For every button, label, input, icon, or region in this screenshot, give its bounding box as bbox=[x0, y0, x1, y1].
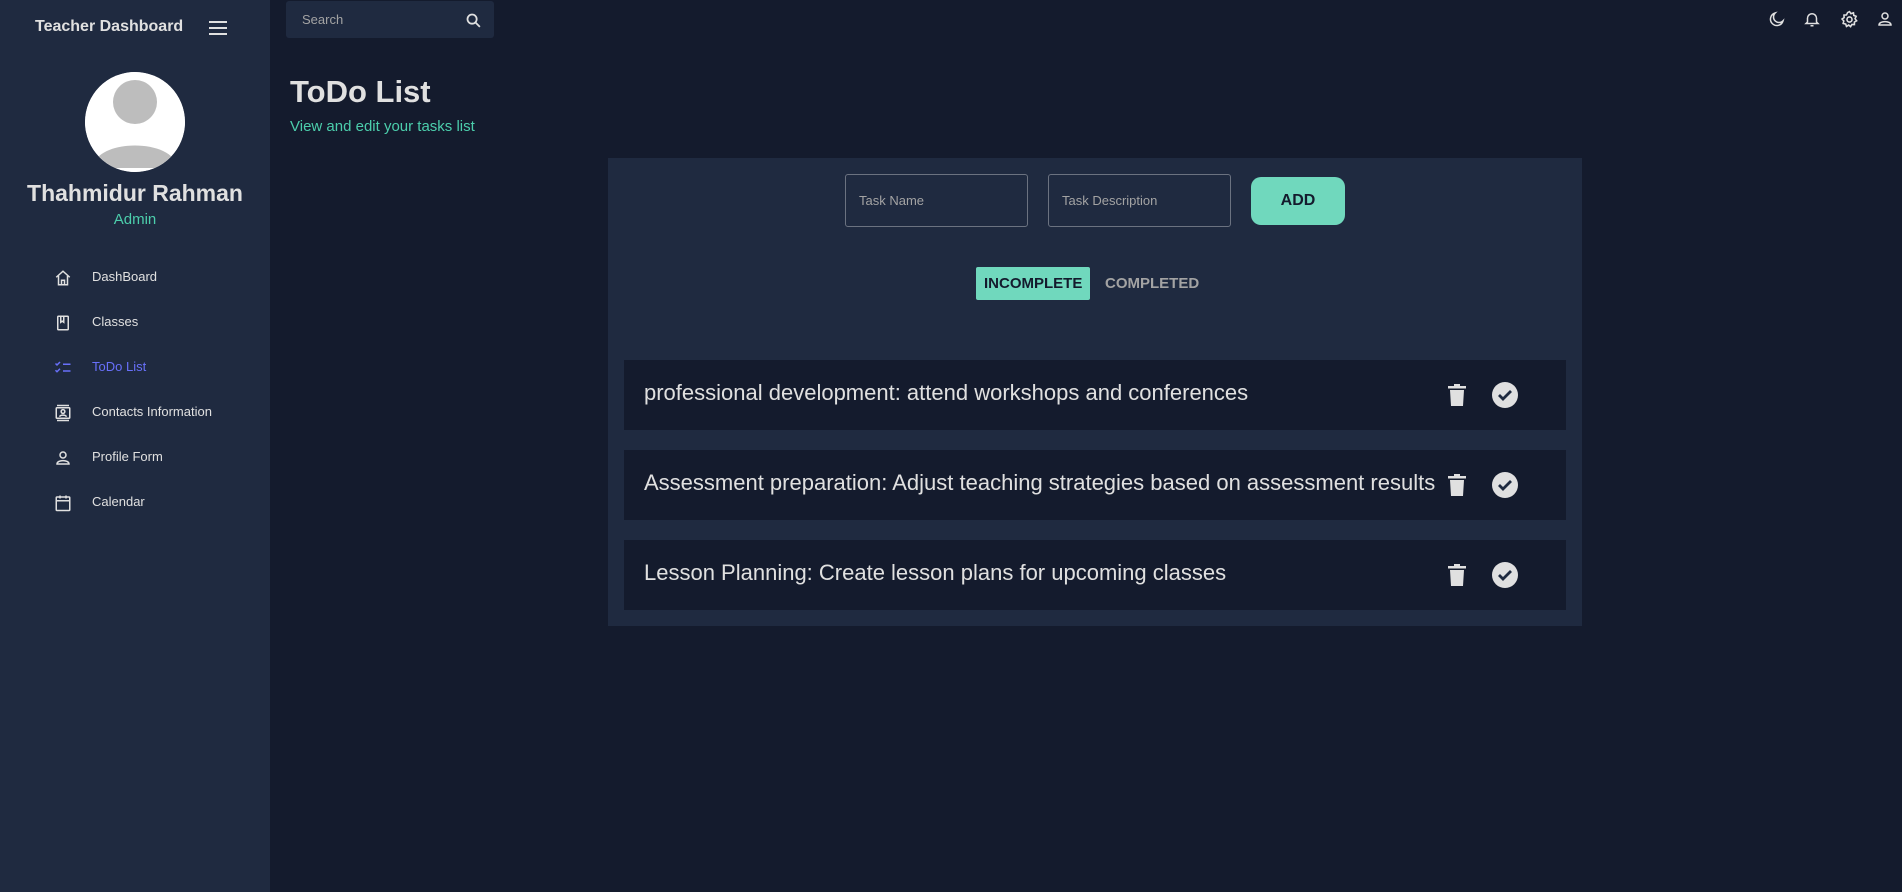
task-description-input[interactable] bbox=[1048, 174, 1231, 227]
delete-icon[interactable] bbox=[1443, 381, 1471, 409]
brand-title: Teacher Dashboard bbox=[35, 18, 184, 35]
sidebar-item-label: Classes bbox=[92, 314, 139, 329]
sidebar-item-contacts[interactable]: Contacts Information bbox=[0, 393, 270, 433]
search-box bbox=[286, 1, 494, 38]
user-name: Thahmidur Rahman bbox=[27, 180, 243, 206]
todo-panel: ADD INCOMPLETE COMPLETED professional de… bbox=[608, 158, 1582, 626]
sidebar-header: Teacher Dashboard bbox=[0, 0, 270, 56]
user-icon[interactable] bbox=[1874, 8, 1896, 30]
menu-icon[interactable] bbox=[206, 16, 230, 40]
notifications-icon[interactable] bbox=[1801, 8, 1823, 30]
calendar-icon bbox=[53, 493, 73, 513]
tab-incomplete[interactable]: INCOMPLETE bbox=[976, 267, 1091, 300]
task-text: Lesson Planning: Create lesson plans for… bbox=[644, 560, 1227, 585]
task-name-input[interactable] bbox=[845, 174, 1028, 227]
add-task-button[interactable]: ADD bbox=[1251, 177, 1345, 225]
task-item: professional development: attend worksho… bbox=[624, 360, 1566, 430]
dark-mode-icon[interactable] bbox=[1766, 8, 1788, 30]
search-icon[interactable] bbox=[462, 9, 484, 31]
sidebar-item-classes[interactable]: Classes bbox=[0, 303, 270, 343]
task-item: Assessment preparation: Adjust teaching … bbox=[624, 450, 1566, 520]
page-title: ToDo List bbox=[290, 74, 431, 109]
person-icon bbox=[53, 448, 73, 468]
checklist-icon bbox=[53, 358, 73, 378]
complete-check-icon[interactable] bbox=[1491, 471, 1519, 499]
complete-check-icon[interactable] bbox=[1491, 561, 1519, 589]
avatar bbox=[85, 72, 185, 172]
page-subtitle: View and edit your tasks list bbox=[290, 118, 475, 135]
delete-icon[interactable] bbox=[1443, 561, 1471, 589]
book-icon bbox=[53, 313, 73, 333]
complete-check-icon[interactable] bbox=[1491, 381, 1519, 409]
task-text: professional development: attend worksho… bbox=[644, 380, 1249, 405]
sidebar-item-label: Contacts Information bbox=[92, 404, 212, 419]
task-text: Assessment preparation: Adjust teaching … bbox=[644, 470, 1436, 495]
user-role: Admin bbox=[113, 211, 157, 228]
sidebar-item-profile-form[interactable]: Profile Form bbox=[0, 438, 270, 478]
sidebar-item-calendar[interactable]: Calendar bbox=[0, 483, 270, 523]
sidebar-item-dashboard[interactable]: DashBoard bbox=[0, 258, 270, 298]
sidebar-item-label: ToDo List bbox=[92, 359, 147, 374]
sidebar-item-label: DashBoard bbox=[92, 269, 158, 284]
search-input[interactable] bbox=[286, 1, 456, 38]
delete-icon[interactable] bbox=[1443, 471, 1471, 499]
contact-card-icon bbox=[53, 403, 73, 423]
sidebar-item-label: Profile Form bbox=[92, 449, 163, 464]
task-item: Lesson Planning: Create lesson plans for… bbox=[624, 540, 1566, 610]
sidebar-item-todo-list[interactable]: ToDo List bbox=[0, 348, 270, 388]
sidebar-item-label: Calendar bbox=[92, 494, 145, 509]
settings-icon[interactable] bbox=[1838, 8, 1860, 30]
sidebar: Teacher Dashboard Thahmidur Rahman Admin… bbox=[0, 0, 270, 892]
tab-completed[interactable]: COMPLETED bbox=[1097, 267, 1207, 300]
home-icon bbox=[53, 268, 73, 288]
